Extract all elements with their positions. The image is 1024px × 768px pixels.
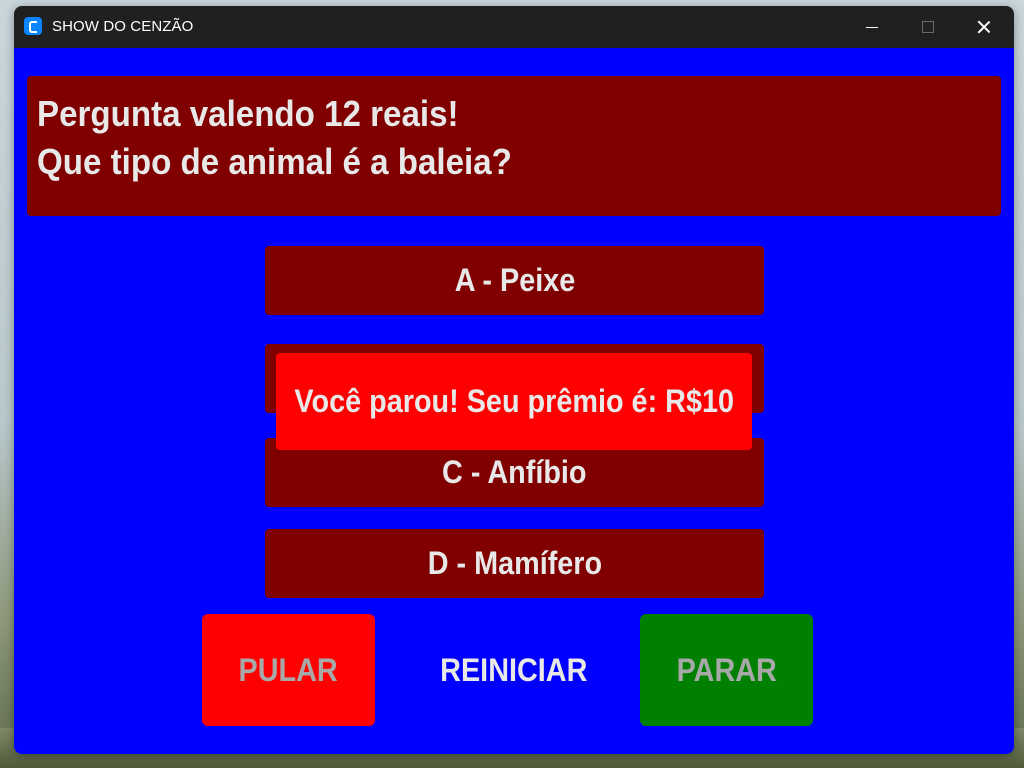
- minimize-icon: [866, 26, 878, 28]
- option-c-label: C - Anfíbio: [442, 454, 587, 490]
- close-icon: [977, 20, 991, 34]
- question-panel: Pergunta valendo 12 reais! Que tipo de a…: [27, 76, 1001, 216]
- option-d-label: D - Mamífero: [427, 545, 602, 581]
- pular-label: PULAR: [238, 651, 339, 688]
- minimize-button[interactable]: [844, 6, 900, 48]
- result-message: Você parou! Seu prêmio é: R$10: [276, 353, 752, 450]
- maximize-button[interactable]: [900, 6, 956, 48]
- app-icon: [24, 17, 42, 35]
- option-a-button[interactable]: A - Peixe: [265, 246, 764, 315]
- reiniciar-label: REINICIAR: [440, 651, 588, 688]
- option-a-label: A - Peixe: [454, 262, 575, 298]
- parar-button[interactable]: PARAR: [640, 614, 813, 726]
- pular-button[interactable]: PULAR: [202, 614, 375, 726]
- title-bar: SHOW DO CENZÃO: [14, 6, 1014, 48]
- result-message-text: Você parou! Seu prêmio é: R$10: [294, 383, 734, 419]
- maximize-icon: [922, 21, 934, 33]
- option-d-button[interactable]: D - Mamífero: [265, 529, 764, 598]
- game-area: Pergunta valendo 12 reais! Que tipo de a…: [14, 48, 1014, 754]
- question-text: Que tipo de animal é a baleia?: [37, 141, 512, 182]
- close-button[interactable]: [956, 6, 1012, 48]
- question-prize-text: Pergunta valendo 12 reais!: [37, 93, 459, 134]
- reiniciar-button[interactable]: REINICIAR: [416, 614, 612, 726]
- parar-label: PARAR: [676, 651, 777, 688]
- window-title: SHOW DO CENZÃO: [52, 18, 194, 35]
- app-window: SHOW DO CENZÃO Pergunta valendo 12 reais…: [14, 6, 1014, 754]
